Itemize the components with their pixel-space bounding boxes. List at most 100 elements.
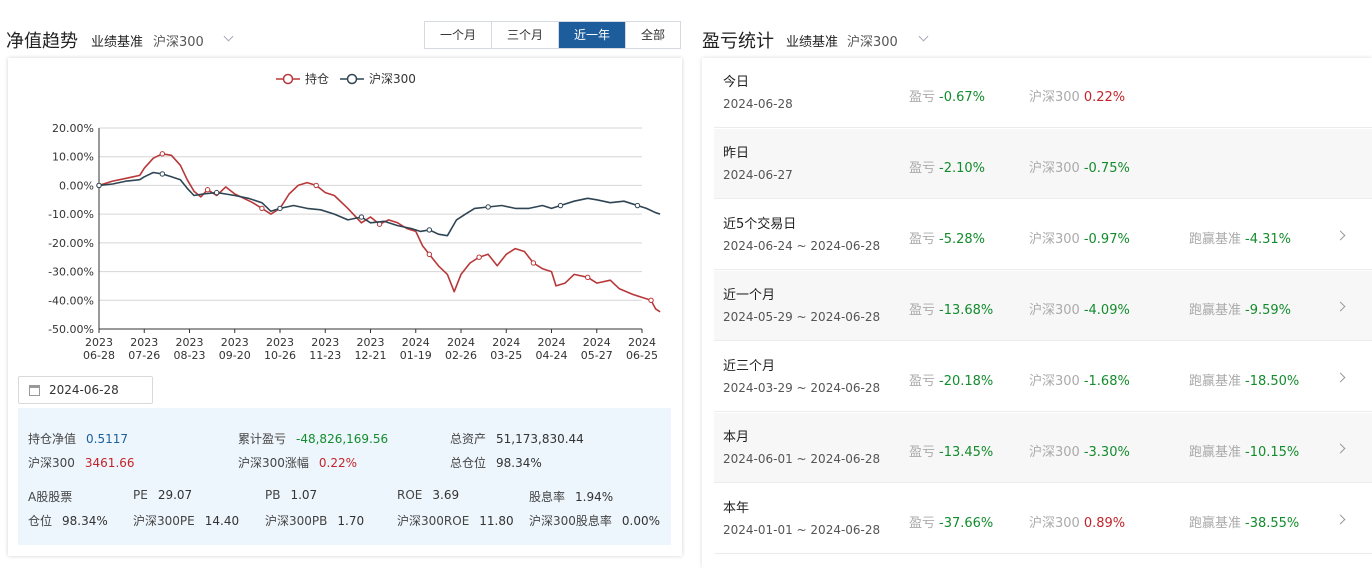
stat-cum-pl: 累计盈亏 -48,826,169.56 [238, 432, 389, 446]
stat-hs300-pe: 沪深300PE 14.40 [133, 514, 240, 528]
pl-row-name: 本月 [723, 430, 750, 445]
x-tick-year: 2024 [492, 336, 520, 349]
pl-row-name: 今日 [723, 75, 750, 90]
pl-row-hs300: 沪深300 0.89% [1029, 516, 1126, 531]
pl-row[interactable]: 近5个交易日 2024-06-24 ~ 2024-06-28 盈亏 -5.28% 沪深3… [714, 200, 1372, 270]
pl-row-period: 2024-06-28 [723, 97, 793, 111]
y-tick-label: -40.00% [48, 294, 94, 307]
pl-row-pl: 盈亏 -13.45% [909, 445, 994, 460]
x-tick-date: 07-26 [128, 349, 160, 362]
x-tick-date: 02-26 [445, 349, 477, 362]
stat-nav: 持仓净值 0.5117 [28, 432, 129, 446]
pl-row-name: 近5个交易日 [723, 217, 797, 232]
tab-one-year[interactable]: 近一年 [559, 22, 626, 48]
pl-row-period: 2024-05-29 ~ 2024-06-28 [723, 310, 881, 324]
pl-row-hs300: 沪深300 -0.97% [1029, 232, 1130, 247]
stat-hs300-pb: 沪深300PB 1.70 [265, 514, 365, 528]
pl-row-hs300: 沪深300 -1.68% [1029, 374, 1130, 389]
benchmark-label: 业绩基准 [91, 35, 144, 50]
pl-row-pl: 盈亏 -37.66% [909, 516, 994, 531]
x-tick-year: 2024 [538, 336, 566, 349]
nav-trend-title: 净值趋势 [6, 31, 78, 52]
y-tick-label: -50.00% [48, 323, 94, 336]
legend-marker [282, 73, 294, 85]
pl-row-hs300: 沪深300 -0.75% [1029, 161, 1130, 176]
chevron-right-icon[interactable] [1335, 230, 1346, 241]
pl-stats-card: 今日 2024-06-28 盈亏 -0.67% 沪深300 0.22% 昨日 2024-06-… [702, 58, 1372, 568]
benchmark-select[interactable]: 沪深300 [153, 31, 204, 50]
chevron-down-icon[interactable] [918, 31, 929, 42]
x-tick-date: 09-20 [219, 349, 251, 362]
pl-row[interactable]: 近一个月 2024-05-29 ~ 2024-06-28 盈亏 -13.68% 沪深30… [714, 271, 1372, 341]
series-point [204, 187, 211, 193]
tab-one-month[interactable]: 一个月 [425, 22, 492, 48]
stat-position: 仓位 98.34% [28, 514, 108, 528]
series-point [530, 260, 537, 266]
stat-a-share: A股股票 [28, 490, 73, 504]
pl-row-period: 2024-06-27 [723, 168, 793, 182]
series-line-0 [98, 153, 661, 313]
x-tick-year: 2023 [311, 336, 339, 349]
pl-row: 昨日 2024-06-27 盈亏 -2.10% 沪深300 -0.75% [714, 129, 1372, 199]
stat-hs300-change: 沪深300涨幅 0.22% [238, 456, 358, 470]
series-point [96, 182, 102, 189]
series-point [313, 182, 319, 189]
y-tick-label: 20.00% [52, 122, 94, 135]
chevron-right-icon[interactable] [1335, 443, 1346, 454]
pl-row[interactable]: 本月 2024-06-01 ~ 2024-06-28 盈亏 -13.45% 沪深300-… [714, 413, 1372, 483]
pl-row: 今日 2024-06-28 盈亏 -0.67% 沪深300 0.22% [714, 58, 1372, 128]
series-point [634, 202, 641, 209]
pl-row-beat: 跑赢基准 -4.31% [1189, 232, 1292, 247]
series-point [476, 254, 482, 260]
chevron-right-icon[interactable] [1335, 301, 1346, 312]
tab-three-months[interactable]: 三个月 [492, 22, 559, 48]
date-picker[interactable]: 2024-06-28 [18, 376, 153, 404]
pl-row-name: 近三个月 [723, 359, 776, 374]
x-tick-year: 2024 [447, 336, 475, 349]
series-point [213, 189, 220, 196]
chevron-right-icon[interactable] [1335, 514, 1346, 525]
series-point [585, 274, 591, 281]
pl-row-beat: 跑赢基准 -38.55% [1189, 516, 1300, 531]
x-tick-year: 2024 [402, 336, 430, 349]
nav-trend-card: 20.00% 10.00% 0.00% -10.00% -20.00% -30.00% -4… [8, 58, 682, 556]
series-point [277, 205, 283, 212]
pl-row-period: 2024-03-29 ~ 2024-06-28 [723, 381, 881, 395]
series-point [485, 204, 491, 210]
x-tick-year: 2023 [357, 336, 385, 349]
calendar-icon [29, 385, 40, 396]
pl-row-period: 2024-06-01 ~ 2024-06-28 [723, 452, 881, 466]
pl-row-hs300: 沪深300 -4.09% [1029, 303, 1130, 318]
series-point [259, 205, 265, 212]
series-point [358, 214, 365, 220]
date-picker-value: 2024-06-28 [49, 383, 119, 397]
pl-row[interactable]: 近三个月 2024-03-29 ~ 2024-06-28 盈亏 -20.18% 沪深30… [714, 342, 1372, 412]
pl-row[interactable]: 本年 2024-01-01 ~ 2024-06-28 盈亏 -37.66% 沪深300 0… [714, 484, 1372, 554]
chevron-right-icon[interactable] [1335, 372, 1346, 383]
tab-all[interactable]: 全部 [626, 22, 680, 48]
pl-stats-title: 盈亏统计 [702, 31, 774, 52]
right-benchmark-label: 业绩基准 [786, 35, 839, 50]
x-tick-date: 01-19 [400, 349, 432, 362]
x-tick-date: 05-27 [581, 349, 613, 362]
series-point [159, 171, 166, 177]
y-tick-label: -30.00% [48, 266, 94, 279]
series-point [426, 251, 433, 258]
right-benchmark-select[interactable]: 沪深300 [847, 31, 898, 50]
x-tick-date: 06-25 [626, 349, 658, 362]
pl-row-name: 近一个月 [723, 288, 776, 303]
pl-row-pl: 盈亏 -20.18% [909, 374, 994, 389]
pl-row-beat: 跑赢基准 -10.15% [1189, 445, 1300, 460]
stat-total-position: 总仓位 98.34% [450, 456, 542, 470]
position-stats-panel: 持仓净值 0.5117 累计盈亏 -48,826,169.56 总资产 51,173,… [18, 408, 671, 545]
pl-row-pl: 盈亏 -2.10% [909, 161, 986, 176]
x-tick-date: 03-25 [490, 349, 522, 362]
x-tick-date: 08-23 [174, 349, 206, 362]
pl-row-hs300: 沪深300 -3.30% [1029, 445, 1130, 460]
x-tick-year: 2023 [176, 336, 204, 349]
chevron-down-icon[interactable] [223, 31, 234, 42]
stat-hs300: 沪深300 3461.66 [28, 456, 135, 470]
x-tick-date: 10-26 [264, 349, 296, 362]
y-tick-label: -10.00% [48, 208, 94, 221]
pl-row-beat: 跑赢基准 -9.59% [1189, 303, 1292, 318]
